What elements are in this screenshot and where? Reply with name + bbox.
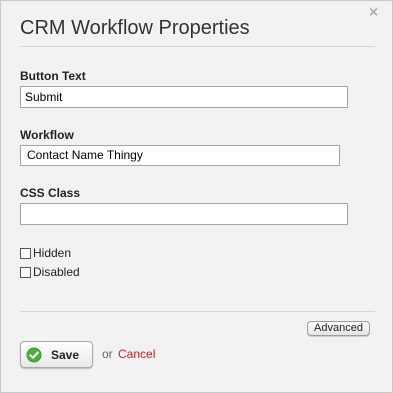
or-separator: or — [102, 347, 113, 361]
hidden-checkbox-label: Hidden — [33, 246, 72, 260]
disabled-checkbox-label: Disabled — [33, 265, 80, 279]
save-button-label: Save — [51, 347, 80, 362]
hidden-checkbox[interactable] — [20, 247, 31, 259]
checkmark-circle-icon — [26, 347, 42, 362]
workflow-select[interactable]: Contact Name Thingy — [20, 145, 340, 166]
advanced-button[interactable]: Advanced — [307, 321, 370, 336]
css-class-label: CSS Class — [20, 186, 81, 200]
button-text-label: Button Text — [20, 69, 86, 83]
hidden-checkbox-row[interactable]: Hidden — [20, 246, 71, 260]
disabled-checkbox[interactable] — [20, 266, 31, 278]
button-text-input[interactable] — [20, 86, 348, 108]
cancel-link[interactable]: Cancel — [118, 347, 155, 361]
footer-divider — [20, 311, 375, 312]
dialog-title: CRM Workflow Properties — [20, 17, 250, 39]
disabled-checkbox-row[interactable]: Disabled — [20, 265, 80, 279]
close-icon[interactable]: × — [368, 5, 379, 21]
css-class-input[interactable] — [20, 203, 348, 225]
workflow-select-value: Contact Name Thingy — [27, 148, 143, 162]
workflow-label: Workflow — [20, 128, 74, 142]
title-divider — [20, 46, 375, 47]
save-button[interactable]: Save — [20, 341, 93, 368]
crm-workflow-properties-dialog: × CRM Workflow Properties Button Text Wo… — [0, 0, 393, 393]
